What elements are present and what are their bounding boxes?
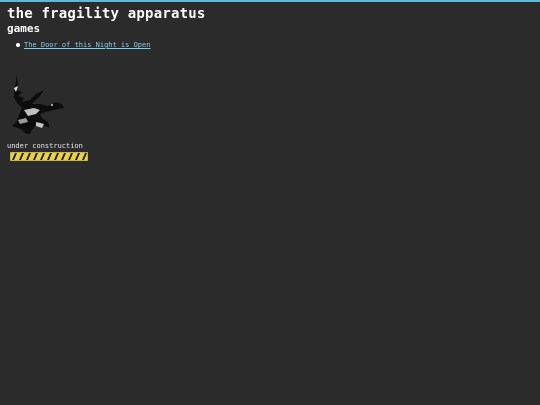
list-item: The Door of this Night is Open (16, 40, 150, 50)
page: { "site": { "title": "the fragility appa… (0, 0, 540, 405)
game-link-door-of-this-night[interactable]: The Door of this Night is Open (24, 41, 150, 49)
section-heading-games: games (7, 22, 41, 35)
site-title: the fragility apparatus (7, 6, 206, 22)
under-construction-banner (10, 152, 88, 161)
construction-label: under construction (7, 142, 83, 150)
crow-image (12, 74, 64, 134)
games-list: The Door of this Night is Open (16, 40, 150, 50)
bullet-icon (16, 43, 20, 47)
